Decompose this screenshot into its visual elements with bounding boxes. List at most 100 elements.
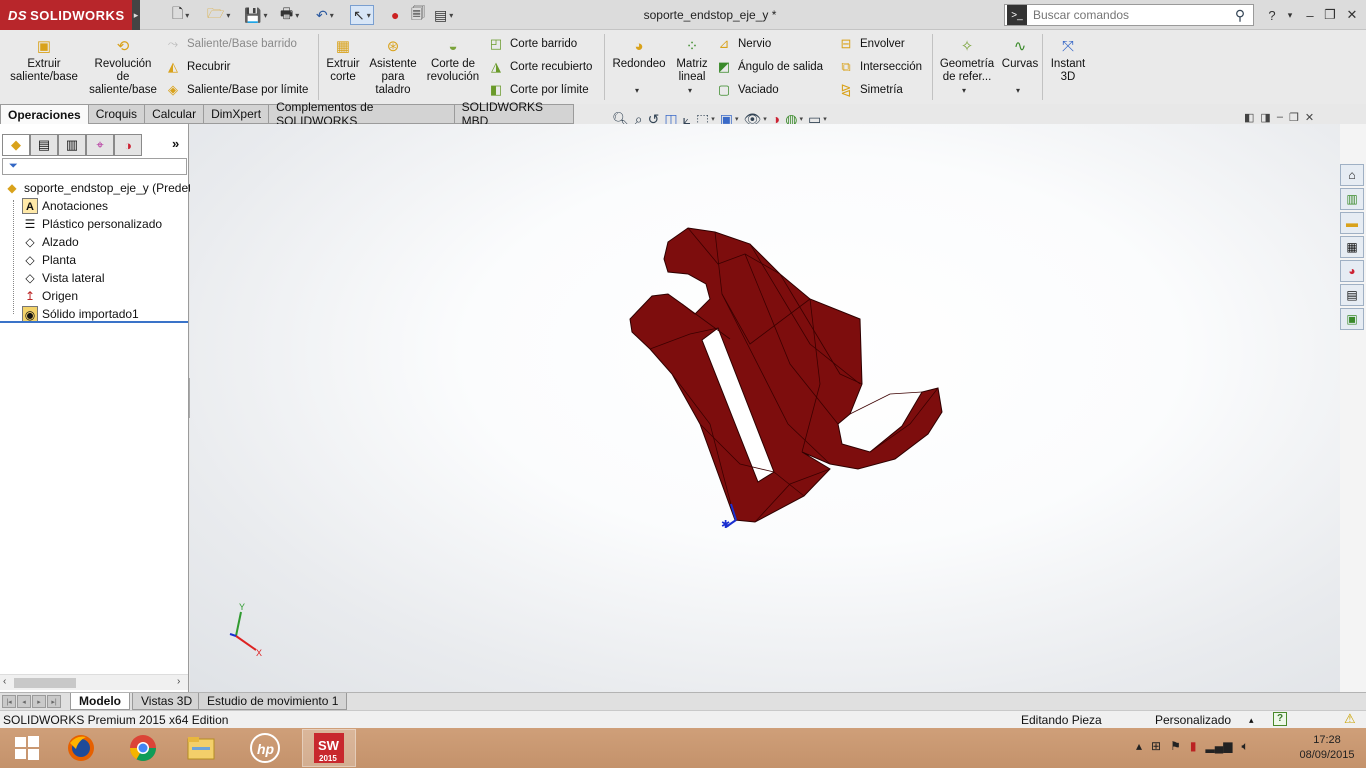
first-tab-icon[interactable]: |◂ [2, 695, 16, 708]
print-button[interactable]: 🖶 ▾ [280, 5, 299, 25]
curves-button[interactable]: ∿ Curvas [1000, 38, 1040, 71]
new-document-button[interactable]: 🗋 ▾ [172, 5, 189, 25]
wrap-button[interactable]: ⊟ Envolver [837, 35, 905, 53]
tree-horizontal-scrollbar[interactable]: ‹ › [0, 674, 188, 690]
part-model[interactable] [629, 227, 943, 523]
resources-tab[interactable]: ⌂ [1340, 164, 1364, 186]
feature-tree-tab[interactable]: ◆ [2, 134, 30, 156]
restore-window-button[interactable]: ❐ [1320, 5, 1340, 25]
search-input[interactable] [1027, 8, 1227, 22]
viewport-restore-icon[interactable]: ❐ [1289, 111, 1299, 124]
viewport-next-icon[interactable]: ◨ [1260, 111, 1270, 124]
action-center-flag-icon[interactable]: ⚑ [1170, 739, 1181, 754]
minimize-window-button[interactable]: – [1300, 5, 1320, 25]
tree-item-top-plane[interactable]: ◇ Planta [22, 251, 76, 269]
notification-icon[interactable]: ⚠ [1344, 711, 1356, 727]
display-manager-tab[interactable]: ◑ [114, 134, 142, 156]
mirror-button[interactable]: ⧎ Simetría [837, 81, 903, 99]
save-button[interactable]: 💾 ▾ [244, 5, 267, 25]
tree-root[interactable]: ◆ soporte_endstop_eje_y (Predet [4, 179, 191, 197]
last-tab-icon[interactable]: ▸| [47, 695, 61, 708]
revolve-cut-button[interactable]: ◒ Corte de revolución [424, 38, 482, 84]
file-properties-button[interactable]: 🗐 [411, 5, 425, 25]
view-palette-tab[interactable]: ▦ [1340, 236, 1364, 258]
scroll-right-icon[interactable]: › [177, 676, 180, 687]
tab-dimxpert[interactable]: DimXpert [204, 104, 270, 124]
search-commands-box[interactable]: >_ ⚲ [1004, 4, 1254, 26]
help-dropdown[interactable]: ▾ [1280, 5, 1300, 25]
scroll-left-icon[interactable]: ‹ [3, 676, 6, 687]
fillet-button[interactable]: ◕ Redondeo [610, 38, 668, 71]
property-manager-tab[interactable]: ▤ [30, 134, 58, 156]
next-tab-icon[interactable]: ▸ [32, 695, 46, 708]
swept-cut-button[interactable]: ◰ Corte barrido [487, 35, 577, 53]
units-dropdown-icon[interactable]: ▴ [1249, 715, 1254, 726]
dimxpert-manager-tab[interactable]: ⌖ [86, 134, 114, 156]
close-window-button[interactable]: ✕ [1342, 5, 1362, 25]
linear-pattern-button[interactable]: ⁘ Matriz lineal [672, 38, 712, 84]
rebuild-button[interactable]: ● [391, 5, 399, 25]
viewport-minimize-icon[interactable]: – [1277, 111, 1283, 124]
tab-solidworks-mbd[interactable]: SOLIDWORKS MBD [454, 100, 574, 128]
intersect-button[interactable]: ⧉ Intersección [837, 58, 922, 76]
taskbar-firefox[interactable] [54, 729, 108, 767]
hole-wizard-button[interactable]: ⊛ Asistente para taladro [366, 38, 420, 97]
tab-calcular[interactable]: Calcular [145, 104, 205, 124]
appearances-tab[interactable]: ◕ [1340, 260, 1364, 282]
taskbar-hp[interactable]: hp [238, 729, 292, 767]
tree-item-annotations[interactable]: A Anotaciones [22, 197, 108, 215]
menu-flyout-icon[interactable]: ▸ [132, 0, 140, 30]
design-library-tab[interactable]: ▥ [1340, 188, 1364, 210]
options-button[interactable]: ▤ ▾ [434, 5, 453, 25]
revolve-boss-button[interactable]: ⟲ Revolución de saliente/base [86, 38, 160, 97]
scrollbar-thumb[interactable] [14, 678, 76, 688]
ref-geometry-dropdown[interactable]: ▾ [962, 86, 966, 95]
loft-button[interactable]: ◭ Recubrir [164, 58, 230, 76]
tab-operaciones[interactable]: Operaciones [0, 104, 89, 124]
tab-croquis[interactable]: Croquis [88, 104, 146, 124]
boundary-cut-button[interactable]: ◧ Corte por límite [487, 81, 589, 99]
lofted-cut-button[interactable]: ◮ Corte recubierto [487, 58, 592, 76]
tree-item-origin[interactable]: ↥ Origen [22, 287, 78, 305]
undo-button[interactable]: ↶ ▾ [316, 5, 334, 25]
custom-properties-tab[interactable]: ▤ [1340, 284, 1364, 306]
extrude-cut-button[interactable]: ▦ Extruir corte [322, 38, 364, 84]
draft-button[interactable]: ◩ Ángulo de salida [715, 58, 823, 76]
boundary-boss-button[interactable]: ◈ Saliente/Base por límite [164, 81, 308, 99]
solidworks-logo[interactable]: DS SOLIDWORKS [0, 0, 132, 30]
viewport-prev-icon[interactable]: ◧ [1244, 111, 1254, 124]
volume-icon[interactable]: 🔈︎ [1241, 739, 1248, 754]
system-clock[interactable]: 17:28 08/09/2015 [1296, 733, 1358, 763]
rollback-bar[interactable] [0, 321, 188, 323]
graphics-area[interactable]: ✱ Y X [190, 124, 1340, 692]
fillet-dropdown[interactable]: ▾ [635, 86, 639, 95]
tree-item-front-plane[interactable]: ◇ Alzado [22, 233, 78, 251]
help-button[interactable]: ? [1262, 5, 1282, 25]
network-signal-icon[interactable]: ▂▄▆ [1205, 739, 1232, 754]
shell-button[interactable]: ▢ Vaciado [715, 81, 779, 99]
show-hidden-icons-icon[interactable]: ▴ [1136, 739, 1142, 754]
file-explorer-tab[interactable]: ▬ [1340, 212, 1364, 234]
taskbar-chrome[interactable] [116, 729, 170, 767]
windows-flag-icon[interactable]: ⊞ [1151, 739, 1161, 754]
tab-complementos-de-solidworks[interactable]: Complementos de SOLIDWORKS [269, 100, 455, 128]
battery-icon[interactable]: ▮ [1190, 739, 1197, 754]
tab-3d-views[interactable]: Vistas 3D [132, 693, 202, 710]
tree-filter[interactable]: ⏷ [2, 158, 187, 175]
tab-motion-study[interactable]: Estudio de movimiento 1 [198, 693, 348, 710]
configuration-manager-tab[interactable]: ▥ [58, 134, 86, 156]
tree-item-material[interactable]: ☰ Plástico personalizado [22, 215, 162, 233]
rib-button[interactable]: ⊿ Nervio [715, 35, 772, 53]
forum-tab[interactable]: ▣ [1340, 308, 1364, 330]
tab-model[interactable]: Modelo [70, 693, 130, 710]
taskbar-file-explorer[interactable] [174, 729, 228, 767]
extrude-boss-button[interactable]: ▣ Extruir saliente/base [8, 38, 80, 84]
curves-dropdown[interactable]: ▾ [1016, 86, 1020, 95]
instant3d-button[interactable]: ⤧ Instant 3D [1046, 38, 1090, 84]
start-button[interactable] [0, 729, 54, 767]
open-button[interactable]: 🗁 ▾ [207, 5, 230, 25]
more-tabs-icon[interactable]: » [172, 136, 179, 151]
search-icon[interactable]: ⚲ [1227, 7, 1253, 24]
help-tooltip-icon[interactable]: ? [1273, 712, 1287, 726]
pattern-dropdown[interactable]: ▾ [688, 86, 692, 95]
